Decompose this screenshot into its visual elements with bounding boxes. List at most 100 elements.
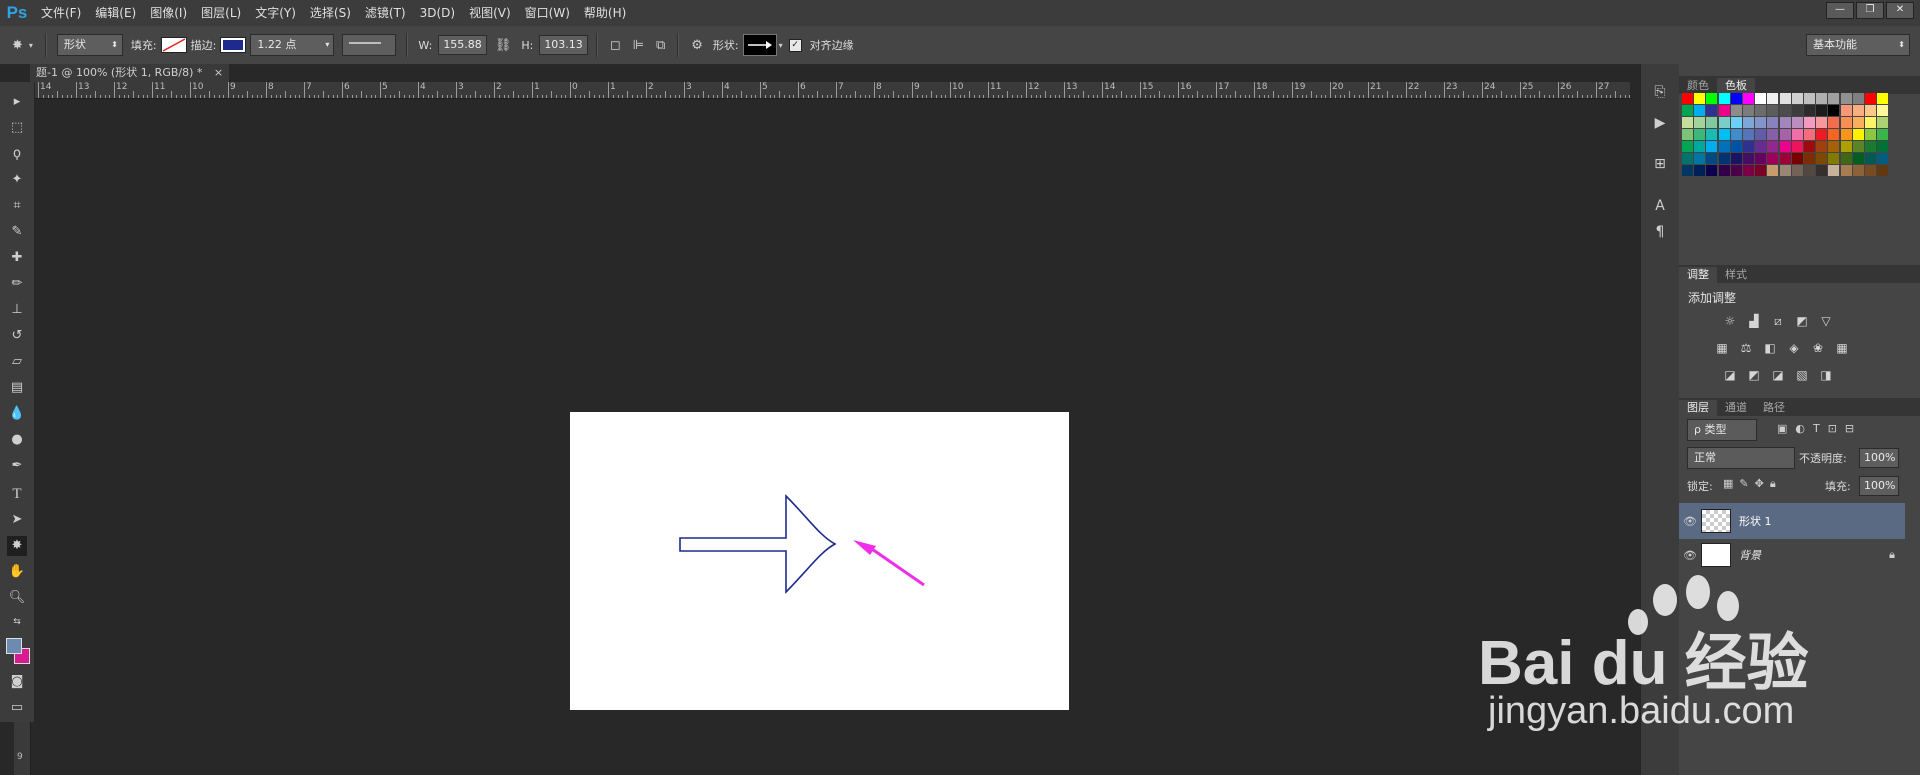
color-swatch[interactable] [1816, 93, 1828, 104]
color-swatch[interactable] [1877, 141, 1889, 152]
color-swatch[interactable] [1828, 129, 1840, 140]
dodge-tool-icon[interactable]: ● [7, 430, 27, 450]
color-swatch[interactable] [1816, 153, 1828, 164]
threshold-icon[interactable]: ◪ [1770, 368, 1786, 382]
black-white-icon[interactable]: ◧ [1762, 341, 1778, 355]
color-swatch[interactable] [1743, 153, 1754, 164]
close-button[interactable]: ✕ [1886, 2, 1914, 19]
color-swatch[interactable] [1791, 117, 1803, 128]
color-swatch[interactable] [1791, 141, 1803, 152]
menu-item[interactable]: 编辑(E) [88, 0, 143, 26]
pen-tool-icon[interactable]: ✒ [7, 456, 27, 476]
color-swatch[interactable] [1755, 93, 1767, 104]
color-swatch[interactable] [1804, 165, 1815, 176]
color-swatch[interactable] [1804, 141, 1815, 152]
color-swatch[interactable] [1804, 153, 1815, 164]
color-swatch[interactable] [1743, 141, 1754, 152]
color-swatch[interactable] [1755, 129, 1767, 140]
color-swatch[interactable] [1767, 93, 1779, 104]
color-swatch[interactable] [1852, 93, 1864, 104]
blend-mode-select[interactable]: 正常 [1687, 447, 1795, 469]
color-swatch[interactable] [1743, 129, 1754, 140]
color-swatch[interactable] [1779, 165, 1791, 176]
color-swatch[interactable] [1767, 165, 1779, 176]
fill-input[interactable]: 100% [1859, 476, 1899, 496]
layer-row-background[interactable]: 👁︎ 背景 🔒︎ [1679, 537, 1905, 573]
color-swatch[interactable] [1877, 165, 1889, 176]
color-swatch[interactable] [1865, 117, 1876, 128]
color-swatch[interactable] [1767, 117, 1779, 128]
color-swatch[interactable] [1840, 141, 1852, 152]
brush-tool-icon[interactable]: ✏ [7, 274, 27, 294]
restore-button[interactable]: ❐ [1856, 2, 1884, 19]
lasso-tool-icon[interactable]: ϙ [7, 144, 27, 164]
shape-dropdown-icon[interactable]: ▾ [779, 41, 783, 50]
swap-colors-icon[interactable]: ⇆ [7, 612, 27, 632]
invert-icon[interactable]: ◪ [1722, 368, 1738, 382]
menu-item[interactable]: 文件(F) [34, 0, 88, 26]
color-swatch[interactable] [1767, 141, 1779, 152]
color-swatch[interactable] [1791, 129, 1803, 140]
color-swatch[interactable] [1730, 141, 1742, 152]
zoom-tool-icon[interactable]: 🔍︎ [7, 588, 27, 608]
color-swatch[interactable] [1706, 165, 1718, 176]
menu-item[interactable]: 滤镜(T) [358, 0, 413, 26]
color-swatch[interactable] [1804, 105, 1815, 116]
vibrance-icon[interactable]: ▽ [1818, 314, 1834, 328]
color-swatch[interactable] [1779, 129, 1791, 140]
gradient-tool-icon[interactable]: ▤ [7, 378, 27, 398]
link-dimensions-icon[interactable]: ⛓ [495, 38, 512, 53]
color-swatch[interactable] [1779, 141, 1791, 152]
channel-mixer-icon[interactable]: ❀ [1810, 341, 1826, 355]
color-swatch[interactable] [1767, 129, 1779, 140]
color-swatch[interactable] [1779, 153, 1791, 164]
color-swatch[interactable] [1682, 165, 1693, 176]
color-swatch[interactable] [1828, 105, 1840, 116]
lock-icons[interactable]: ▦✎✥🔒︎ [1723, 477, 1782, 491]
color-swatch[interactable] [1840, 93, 1852, 104]
path-operations-icon[interactable]: ◻ [610, 38, 621, 53]
hue-saturation-icon[interactable]: ▦ [1714, 341, 1730, 355]
levels-icon[interactable]: ▟ [1746, 314, 1762, 328]
color-swatch[interactable] [1706, 129, 1718, 140]
color-swatch[interactable] [1767, 153, 1779, 164]
move-tool-icon[interactable]: ▸ [7, 92, 27, 112]
fill-swatch-none[interactable] [160, 37, 187, 53]
photo-filter-icon[interactable]: ◈ [1786, 341, 1802, 355]
color-swatch[interactable] [1816, 141, 1828, 152]
foreground-color-swatch[interactable] [6, 638, 22, 654]
tab-swatches[interactable]: 色板 [1717, 78, 1755, 94]
tab-paths[interactable]: 路径 [1755, 400, 1793, 416]
color-swatch[interactable] [1767, 105, 1779, 116]
color-swatch[interactable] [1852, 105, 1864, 116]
color-swatch[interactable] [1682, 153, 1693, 164]
posterize-icon[interactable]: ◩ [1746, 368, 1762, 382]
color-swatch[interactable] [1828, 93, 1840, 104]
color-swatch[interactable] [1755, 165, 1767, 176]
color-swatch[interactable] [1743, 165, 1754, 176]
color-swatch[interactable] [1791, 93, 1803, 104]
color-swatch[interactable] [1730, 117, 1742, 128]
color-swatch[interactable] [1804, 129, 1815, 140]
color-swatch[interactable] [1694, 129, 1706, 140]
color-swatch[interactable] [1706, 105, 1718, 116]
tab-color[interactable]: 颜色 [1679, 78, 1717, 94]
color-swatch[interactable] [1755, 141, 1767, 152]
brightness-icon[interactable]: ☼ [1722, 314, 1738, 328]
color-swatch[interactable] [1840, 165, 1852, 176]
color-swatch[interactable] [1791, 105, 1803, 116]
paragraph-panel-icon[interactable]: ¶ [1649, 224, 1671, 240]
color-swatch[interactable] [1706, 93, 1718, 104]
color-swatch[interactable] [1877, 105, 1889, 116]
properties-panel-icon[interactable]: ⊞ [1649, 156, 1671, 172]
curves-icon[interactable]: ⧄ [1770, 314, 1786, 328]
tab-adjustments[interactable]: 调整 [1679, 267, 1717, 283]
exposure-icon[interactable]: ◩ [1794, 314, 1810, 328]
height-input[interactable]: 103.13 [539, 35, 588, 55]
color-swatch[interactable] [1779, 117, 1791, 128]
color-swatch[interactable] [1804, 93, 1815, 104]
color-swatch[interactable] [1718, 117, 1730, 128]
menu-item[interactable]: 窗口(W) [518, 0, 577, 26]
color-swatch[interactable] [1706, 117, 1718, 128]
menu-item[interactable]: 选择(S) [303, 0, 358, 26]
